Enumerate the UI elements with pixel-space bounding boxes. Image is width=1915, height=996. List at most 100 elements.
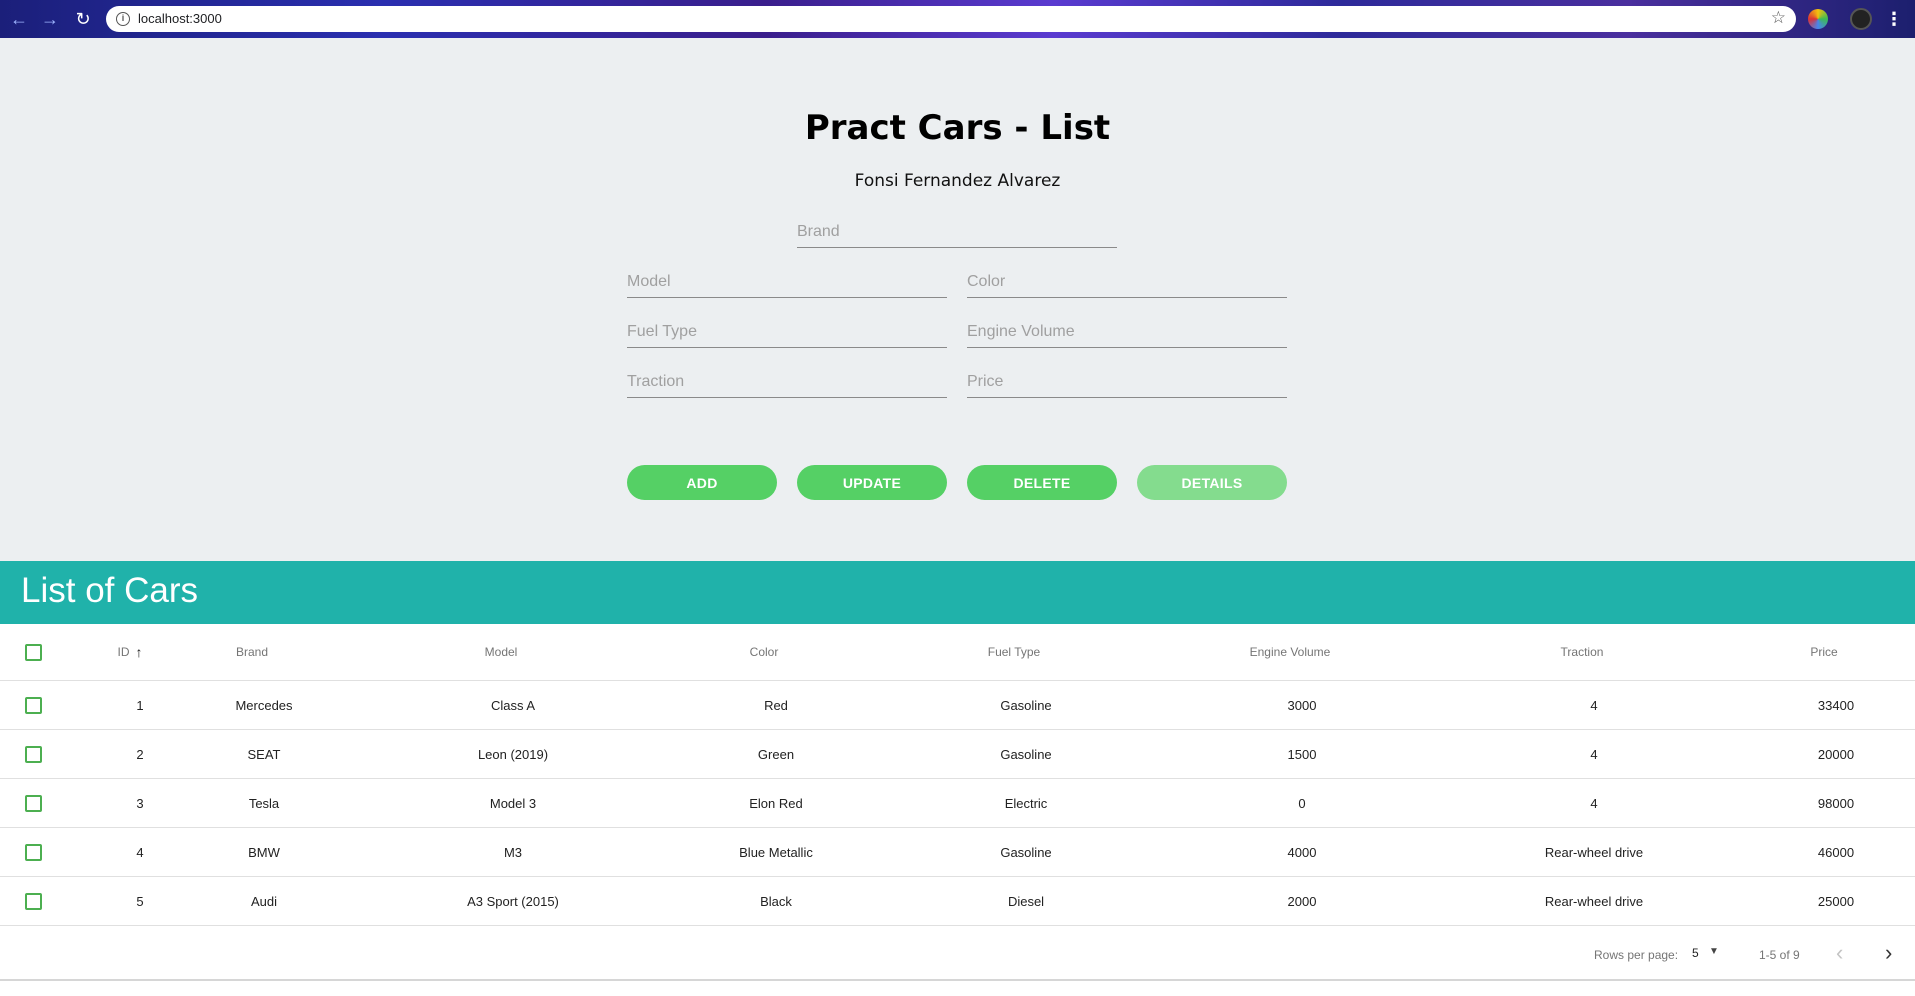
car-form-panel: Pract Cars - List Fonsi Fernandez Alvare… — [0, 38, 1915, 561]
select-all-checkbox[interactable] — [25, 644, 42, 661]
cell-id: 3 — [136, 795, 144, 811]
extension-icon[interactable] — [1808, 9, 1828, 29]
browser-toolbar: ← → ↻ i localhost:3000 ☆ ⋮ — [0, 0, 1915, 38]
column-header-brand[interactable]: Brand — [192, 624, 312, 680]
address-bar[interactable]: i localhost:3000 ☆ — [106, 6, 1796, 32]
update-button[interactable]: UPDATE — [797, 465, 947, 500]
table-row[interactable]: 1 Mercedes Class A Red Gasoline 3000 4 3… — [0, 681, 1915, 730]
row-checkbox[interactable] — [25, 697, 42, 714]
column-header-id[interactable]: ID ↑ — [100, 624, 160, 680]
cell-id: 4 — [136, 844, 144, 860]
cell-brand: SEAT — [247, 746, 281, 762]
caret-down-icon[interactable]: ▼ — [1709, 946, 1719, 957]
cell-traction: Rear-wheel drive — [1544, 844, 1644, 860]
cell-price: 25000 — [1817, 893, 1855, 909]
cell-fuel-type: Gasoline — [1000, 746, 1052, 762]
column-header-model[interactable]: Model — [421, 624, 581, 680]
cell-engine-volume: 4000 — [1287, 844, 1317, 860]
table-pagination: Rows per page: 5 ▼ 1-5 of 9 ‹ › — [0, 928, 1915, 981]
price-field — [967, 364, 1287, 398]
bookmark-star-icon[interactable]: ☆ — [1771, 8, 1786, 28]
traction-field — [627, 364, 947, 398]
details-button[interactable]: DETAILS — [1137, 465, 1287, 500]
column-header-price[interactable]: Price — [1748, 624, 1900, 680]
cell-fuel-type: Gasoline — [1000, 697, 1052, 713]
traction-input[interactable] — [627, 364, 947, 396]
cell-id: 1 — [136, 697, 144, 713]
color-field — [967, 264, 1287, 298]
cell-price: 33400 — [1817, 697, 1855, 713]
fuel-type-field — [627, 314, 947, 348]
url-text[interactable]: localhost:3000 — [138, 11, 222, 26]
color-input[interactable] — [967, 264, 1287, 296]
cell-engine-volume: 3000 — [1287, 697, 1317, 713]
cell-price: 98000 — [1817, 795, 1855, 811]
author-name: Fonsi Fernandez Alvarez — [854, 171, 1061, 191]
row-checkbox[interactable] — [25, 795, 42, 812]
column-header-fuel-type[interactable]: Fuel Type — [938, 624, 1090, 680]
cell-traction: 4 — [1590, 795, 1598, 811]
cell-color: Red — [764, 697, 788, 713]
row-checkbox[interactable] — [25, 746, 42, 763]
cell-price: 46000 — [1817, 844, 1855, 860]
chevron-right-icon[interactable]: › — [1885, 940, 1892, 966]
cell-fuel-type: Gasoline — [1000, 844, 1052, 860]
reload-icon[interactable]: ↻ — [72, 8, 94, 30]
delete-button[interactable]: DELETE — [967, 465, 1117, 500]
column-header-id-label: ID — [117, 645, 130, 659]
cell-traction: Rear-wheel drive — [1544, 893, 1644, 909]
cell-brand: Tesla — [248, 795, 280, 811]
table-row[interactable]: 3 Tesla Model 3 Elon Red Electric 0 4 98… — [0, 779, 1915, 828]
engine-volume-input[interactable] — [967, 314, 1287, 346]
chevron-left-icon[interactable]: ‹ — [1836, 940, 1843, 966]
cell-model: Model 3 — [489, 795, 537, 811]
cell-color: Black — [760, 893, 792, 909]
cell-model: Class A — [490, 697, 536, 713]
cell-model: M3 — [503, 844, 523, 860]
brand-field — [797, 214, 1117, 248]
rows-per-page-select[interactable]: 5 — [1692, 946, 1699, 960]
kebab-menu-icon[interactable]: ⋮ — [1885, 8, 1903, 30]
add-button[interactable]: ADD — [627, 465, 777, 500]
cell-color: Blue Metallic — [739, 844, 813, 860]
cell-price: 20000 — [1817, 746, 1855, 762]
row-checkbox[interactable] — [25, 893, 42, 910]
row-checkbox[interactable] — [25, 844, 42, 861]
column-header-color[interactable]: Color — [688, 624, 840, 680]
cell-color: Green — [757, 746, 795, 762]
cell-engine-volume: 1500 — [1287, 746, 1317, 762]
cell-traction: 4 — [1590, 697, 1598, 713]
table-row[interactable]: 5 Audi A3 Sport (2015) Black Diesel 2000… — [0, 877, 1915, 926]
table-header-row: ID ↑ Brand Model Color Fuel Type Engine … — [0, 624, 1915, 681]
cell-id: 5 — [136, 893, 144, 909]
cell-traction: 4 — [1590, 746, 1598, 762]
model-input[interactable] — [627, 264, 947, 296]
back-arrow-icon[interactable]: ← — [8, 8, 30, 30]
cell-color: Elon Red — [749, 795, 803, 811]
cell-engine-volume: 2000 — [1287, 893, 1317, 909]
column-header-traction[interactable]: Traction — [1506, 624, 1658, 680]
cell-brand: Audi — [250, 893, 278, 909]
cell-fuel-type: Electric — [1004, 795, 1048, 811]
cell-model: Leon (2019) — [477, 746, 549, 762]
pagination-range: 1-5 of 9 — [1759, 948, 1800, 962]
list-title: List of Cars — [21, 571, 198, 610]
column-header-engine-volume[interactable]: Engine Volume — [1214, 624, 1366, 680]
list-header-band: List of Cars — [0, 561, 1915, 624]
brand-input[interactable] — [797, 214, 1117, 246]
page-title: Pract Cars - List — [804, 108, 1111, 148]
forward-arrow-icon[interactable]: → — [39, 8, 61, 30]
price-input[interactable] — [967, 364, 1287, 396]
fuel-type-input[interactable] — [627, 314, 947, 346]
rows-per-page-label: Rows per page: — [1594, 948, 1679, 962]
table-row[interactable]: 2 SEAT Leon (2019) Green Gasoline 1500 4… — [0, 730, 1915, 779]
cell-brand: Mercedes — [235, 697, 293, 713]
table-row[interactable]: 4 BMW M3 Blue Metallic Gasoline 4000 Rea… — [0, 828, 1915, 877]
cell-id: 2 — [136, 746, 144, 762]
profile-avatar[interactable] — [1850, 8, 1872, 30]
model-field — [627, 264, 947, 298]
page-bottom — [0, 983, 1915, 996]
arrow-up-icon[interactable]: ↑ — [136, 644, 143, 660]
cell-model: A3 Sport (2015) — [467, 893, 559, 909]
info-icon[interactable]: i — [116, 12, 130, 26]
